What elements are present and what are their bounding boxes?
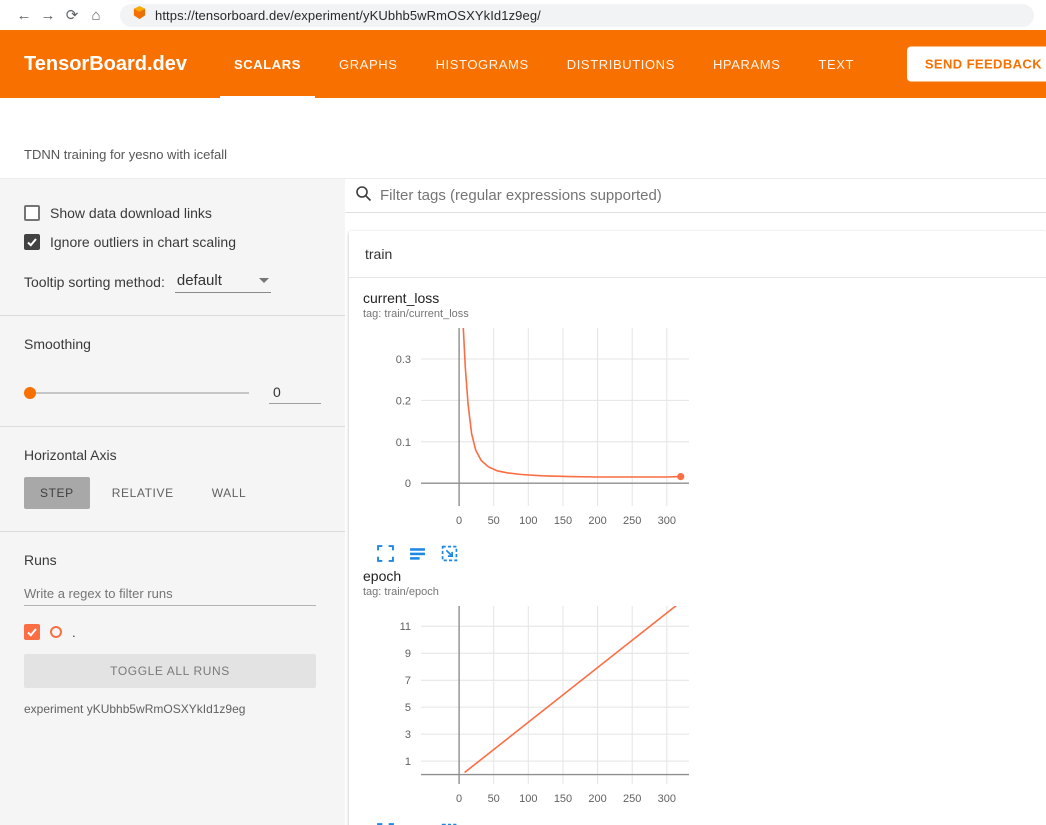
settings-sidebar: Show data download links Ignore outliers… [0, 179, 345, 825]
svg-text:3: 3 [405, 729, 411, 741]
axis-step-button[interactable]: STEP [24, 477, 90, 509]
tab-histograms[interactable]: HISTOGRAMS [422, 30, 543, 98]
checkbox-unchecked-icon[interactable] [24, 205, 40, 221]
run-color-swatch [50, 626, 62, 638]
svg-text:300: 300 [658, 515, 676, 527]
main-panel: train current_loss tag: train/current_lo… [345, 179, 1046, 825]
divider [0, 426, 345, 427]
dropdown-value: default [177, 272, 222, 289]
address-bar[interactable]: https://tensorboard.dev/experiment/yKUbh… [120, 4, 1034, 27]
svg-text:100: 100 [519, 515, 537, 527]
horizontal-axis-label: Horizontal Axis [24, 447, 321, 463]
expand-chart-icon[interactable] [377, 545, 394, 562]
url-text: https://tensorboard.dev/experiment/yKUbh… [155, 8, 541, 23]
brand-logo: TensorBoard.dev [24, 53, 187, 76]
svg-text:0.1: 0.1 [396, 437, 411, 449]
svg-text:150: 150 [554, 515, 572, 527]
chart-card-current-loss: current_loss tag: train/current_loss 0 0.… [363, 290, 705, 562]
svg-text:5: 5 [405, 702, 411, 714]
smoothing-slider[interactable] [24, 392, 249, 394]
checkbox-checked-icon[interactable] [24, 234, 40, 250]
send-feedback-button[interactable]: SEND FEEDBACK [907, 47, 1046, 82]
tab-graphs[interactable]: GRAPHS [325, 30, 412, 98]
tag-group-header[interactable]: train [349, 231, 1046, 278]
tab-text[interactable]: TEXT [804, 30, 868, 98]
app-header: TensorBoard.dev SCALARS GRAPHS HISTOGRAM… [0, 30, 1046, 98]
svg-text:0.2: 0.2 [396, 395, 411, 407]
runs-filter-input[interactable] [24, 582, 316, 606]
experiment-title: TDNN training for yesno with icefall [24, 147, 227, 162]
svg-text:7: 7 [405, 675, 411, 687]
tag-group-card: train current_loss tag: train/current_lo… [349, 231, 1046, 825]
svg-text:300: 300 [658, 793, 676, 805]
tag-filter-input[interactable] [380, 187, 1046, 204]
experiment-subheader: TDNN training for yesno with icefall [0, 98, 1046, 178]
chart-tag: tag: train/current_loss [363, 308, 705, 320]
svg-text:0: 0 [456, 793, 462, 805]
tab-distributions[interactable]: DISTRIBUTIONS [553, 30, 689, 98]
svg-text:100: 100 [519, 793, 537, 805]
runs-label: Runs [24, 552, 321, 568]
forward-icon[interactable]: → [36, 7, 60, 24]
divider [0, 315, 345, 316]
reload-icon[interactable]: ⟳ [60, 6, 84, 24]
axis-relative-button[interactable]: RELATIVE [96, 477, 190, 509]
show-download-links-checkbox[interactable]: Show data download links [24, 205, 321, 221]
chart-toolbar [363, 545, 705, 562]
run-checkbox-checked-icon[interactable] [24, 624, 40, 640]
scalar-line-chart[interactable]: 1 3 5 7 9 11 0 50 100 150 200 250 300 [363, 600, 705, 819]
divider [0, 531, 345, 532]
chart-card-epoch: epoch tag: train/epoch 1 3 5 7 9 11 0 50 100 150 2… [363, 568, 705, 825]
axis-lines-icon[interactable] [409, 545, 426, 562]
toggle-all-runs-button[interactable]: TOGGLE ALL RUNS [24, 654, 316, 688]
svg-text:250: 250 [623, 793, 641, 805]
charts-grid: current_loss tag: train/current_loss 0 0.… [349, 278, 1046, 825]
svg-text:50: 50 [488, 793, 500, 805]
svg-text:1: 1 [405, 756, 411, 768]
site-favicon-icon [132, 5, 147, 25]
home-icon[interactable]: ⌂ [84, 7, 108, 24]
page: ← → ⟳ ⌂ https://tensorboard.dev/experime… [0, 0, 1046, 825]
chart-title: epoch [363, 568, 705, 584]
scalar-line-chart[interactable]: 0 0.1 0.2 0.3 0 50 100 150 200 250 300 [363, 322, 705, 541]
fit-domain-icon[interactable] [441, 545, 458, 562]
svg-text:11: 11 [400, 621, 411, 633]
svg-text:0.3: 0.3 [396, 354, 411, 366]
svg-text:0: 0 [405, 478, 411, 490]
chart-title: current_loss [363, 290, 705, 306]
svg-text:150: 150 [554, 793, 572, 805]
nav-tabs: SCALARS GRAPHS HISTOGRAMS DISTRIBUTIONS … [215, 30, 873, 98]
run-list-item[interactable]: . [24, 624, 321, 640]
tag-filter-bar [345, 179, 1046, 213]
svg-text:9: 9 [405, 648, 411, 660]
svg-text:0: 0 [456, 515, 462, 527]
browser-chrome: ← → ⟳ ⌂ https://tensorboard.dev/experime… [0, 0, 1046, 30]
chevron-down-icon [259, 278, 269, 283]
tab-scalars[interactable]: SCALARS [220, 30, 315, 98]
svg-text:50: 50 [488, 515, 500, 527]
smoothing-label: Smoothing [24, 336, 321, 352]
checkbox-label: Show data download links [50, 205, 212, 221]
tooltip-sorting-label: Tooltip sorting method: [24, 274, 165, 293]
experiment-caption: experiment yKUbhb5wRmOSXYkId1z9eg [24, 702, 321, 716]
checkbox-label: Ignore outliers in chart scaling [50, 234, 236, 250]
smoothing-value-input[interactable]: 0 [269, 382, 321, 404]
horizontal-axis-toggle: STEP RELATIVE WALL [24, 477, 321, 509]
run-name: . [72, 625, 76, 640]
axis-wall-button[interactable]: WALL [196, 477, 263, 509]
tooltip-sorting-dropdown[interactable]: default [175, 272, 271, 293]
svg-text:250: 250 [623, 515, 641, 527]
back-icon[interactable]: ← [12, 7, 36, 24]
tab-hparams[interactable]: HPARAMS [699, 30, 795, 98]
search-icon [355, 185, 372, 207]
svg-text:200: 200 [588, 515, 606, 527]
ignore-outliers-checkbox[interactable]: Ignore outliers in chart scaling [24, 234, 321, 250]
slider-knob[interactable] [24, 387, 36, 399]
svg-text:200: 200 [588, 793, 606, 805]
chart-tag: tag: train/epoch [363, 586, 705, 598]
